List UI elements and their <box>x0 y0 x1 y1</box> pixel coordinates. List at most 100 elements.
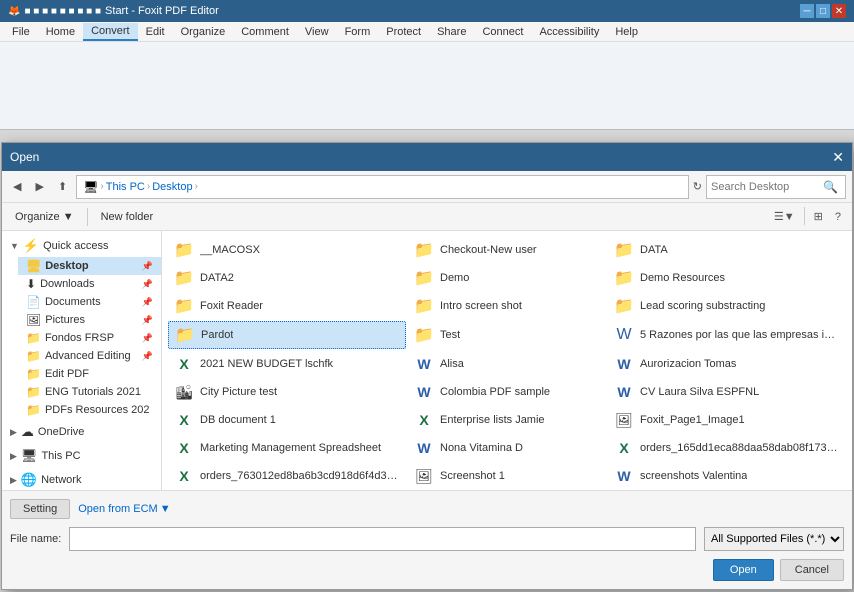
file-name-aurorizacion: Aurorizacion Tomas <box>640 358 736 370</box>
breadcrumb: 🖥 › This PC › Desktop › <box>76 175 689 199</box>
file-name-data2: DATA2 <box>200 272 234 284</box>
menu-share[interactable]: Share <box>429 24 474 40</box>
file-item-data2[interactable]: 📁 DATA2 <box>168 265 406 291</box>
title-bar: 🦊 ■ ■ ■ ■ ■ ■ ■ ■ ■ Start - Foxit PDF Ed… <box>0 0 854 22</box>
breadcrumb-thispc[interactable]: This PC <box>106 181 145 193</box>
file-item-aurorizacion[interactable]: W Aurorizacion Tomas <box>608 351 846 377</box>
up-button[interactable]: ⬆ <box>53 177 72 196</box>
file-item-foxit-reader[interactable]: 📁 Foxit Reader <box>168 293 406 319</box>
file-name-demo: Demo <box>440 272 469 284</box>
filename-row: File name: All Supported Files (*.*) <box>10 523 844 555</box>
file-item-intro-screen[interactable]: 📁 Intro screen shot <box>408 293 606 319</box>
file-item-orders1[interactable]: X orders_165dd1eca88daa58dab08f173c1ed08 <box>608 435 846 461</box>
eng-tutorials-label: ENG Tutorials 2021 <box>45 386 141 398</box>
help-button[interactable]: ? <box>830 207 846 226</box>
file-name-macosx: __MACOSX <box>200 244 260 256</box>
nav-item-desktop[interactable]: 🖥 Desktop 📌 <box>18 257 161 275</box>
nav-item-fondos[interactable]: 📁 Fondos FRSP 📌 <box>18 329 161 347</box>
file-item-5-razones[interactable]: W 5 Razones por las que las empresas int… <box>608 321 846 349</box>
dialog-close-button[interactable]: ✕ <box>832 149 844 166</box>
open-ecm-button[interactable]: Open from ECM ▼ <box>78 503 170 515</box>
menu-connect[interactable]: Connect <box>474 24 531 40</box>
search-input[interactable] <box>711 181 821 193</box>
file-item-city-picture[interactable]: 🏙 City Picture test <box>168 379 406 405</box>
menu-help[interactable]: Help <box>607 24 646 40</box>
filename-input[interactable] <box>69 527 696 551</box>
menu-form[interactable]: Form <box>337 24 379 40</box>
file-item-cv-laura[interactable]: W CV Laura Silva ESPFNL <box>608 379 846 405</box>
onedrive-header[interactable]: ▶ ☁ OneDrive <box>2 421 161 443</box>
maximize-button[interactable]: □ <box>816 4 830 18</box>
file-item-marketing[interactable]: X Marketing Management Spreadsheet <box>168 435 406 461</box>
pin-icon-4: 📌 <box>142 315 153 326</box>
folder-icon-checkout: 📁 <box>414 240 434 260</box>
file-item-screenshot[interactable]: 🖼 Screenshot 1 <box>408 463 606 489</box>
address-bar: ◀ ▶ ⬆ 🖥 › This PC › Desktop › ↻ 🔍 <box>2 171 852 203</box>
nav-item-pictures[interactable]: 🖼 Pictures 📌 <box>18 311 161 329</box>
pdfs-resources-icon: 📁 <box>26 403 41 417</box>
file-item-macosx[interactable]: 📁 __MACOSX <box>168 237 406 263</box>
img-icon-foxit: 🖼 <box>614 410 634 430</box>
file-item-data[interactable]: 📁 DATA <box>608 237 846 263</box>
menu-file[interactable]: File <box>4 24 38 40</box>
view-options-button[interactable]: ☰▼ <box>769 207 800 226</box>
file-item-orders2[interactable]: X orders_763012ed8ba6b3cd918d6f4d3b2618b… <box>168 463 406 489</box>
open-button[interactable]: Open <box>713 559 774 581</box>
menu-organize[interactable]: Organize <box>173 24 234 40</box>
thispc-header[interactable]: ▶ 🖥 This PC <box>2 445 161 467</box>
file-item-colombia[interactable]: W Colombia PDF sample <box>408 379 606 405</box>
back-button[interactable]: ◀ <box>8 177 26 196</box>
excel-icon-db: X <box>174 410 194 430</box>
menu-home[interactable]: Home <box>38 24 83 40</box>
quick-access-header[interactable]: ▼ ⚡ Quick access <box>2 235 161 257</box>
nav-section-onedrive: ▶ ☁ OneDrive <box>2 421 161 443</box>
eng-tutorials-icon: 📁 <box>26 385 41 399</box>
file-toolbar: Organize ▼ New folder ☰▼ ⊞ ? <box>2 203 852 231</box>
file-item-lead-scoring[interactable]: 📁 Lead scoring substracting <box>608 293 846 319</box>
file-item-screenshots-val[interactable]: W screenshots Valentina <box>608 463 846 489</box>
file-item-alisa[interactable]: W Alisa <box>408 351 606 377</box>
minimize-button[interactable]: ─ <box>800 4 814 18</box>
open-dialog: Open ✕ ◀ ▶ ⬆ 🖥 › This PC › Desktop › ↻ 🔍… <box>1 142 853 590</box>
new-folder-button[interactable]: New folder <box>94 208 161 226</box>
toolbar-separator-2 <box>804 207 805 225</box>
file-item-foxit-page1[interactable]: 🖼 Foxit_Page1_Image1 <box>608 407 846 433</box>
file-item-checkout[interactable]: 📁 Checkout-New user <box>408 237 606 263</box>
img-icon-city: 🏙 <box>174 382 194 402</box>
forward-button[interactable]: ▶ <box>30 177 48 196</box>
file-item-pardot[interactable]: 📁 Pardot <box>168 321 406 349</box>
refresh-button[interactable]: ↻ <box>693 180 702 193</box>
menu-accessibility[interactable]: Accessibility <box>531 24 607 40</box>
nav-item-edit-pdf[interactable]: 📁 Edit PDF <box>18 365 161 383</box>
view-list-button[interactable]: ⊞ <box>809 207 828 226</box>
file-item-budget[interactable]: X 2021 NEW BUDGET lschfk <box>168 351 406 377</box>
nav-item-downloads[interactable]: ⬇ Downloads 📌 <box>18 275 161 293</box>
quick-access-label: Quick access <box>43 240 108 252</box>
file-item-demo[interactable]: 📁 Demo <box>408 265 606 291</box>
desktop-icon: 🖥 <box>26 259 41 273</box>
file-item-enterprise[interactable]: X Enterprise lists Jamie <box>408 407 606 433</box>
menu-convert[interactable]: Convert <box>83 23 138 41</box>
organize-button[interactable]: Organize ▼ <box>8 208 81 226</box>
nav-item-documents[interactable]: 📄 Documents 📌 <box>18 293 161 311</box>
folder-icon-data: 📁 <box>614 240 634 260</box>
file-item-test[interactable]: 📁 Test <box>408 321 606 349</box>
file-name-colombia: Colombia PDF sample <box>440 386 550 398</box>
menu-protect[interactable]: Protect <box>378 24 429 40</box>
setting-button[interactable]: Setting <box>10 499 70 519</box>
network-header[interactable]: ▶ 🌐 Network <box>2 469 161 490</box>
menu-edit[interactable]: Edit <box>138 24 173 40</box>
nav-item-pdfs-resources[interactable]: 📁 PDFs Resources 202 <box>18 401 161 419</box>
menu-comment[interactable]: Comment <box>233 24 297 40</box>
file-item-nona[interactable]: W Nona Vitamina D <box>408 435 606 461</box>
cancel-button[interactable]: Cancel <box>780 559 844 581</box>
nav-item-advanced-editing[interactable]: 📁 Advanced Editing 📌 <box>18 347 161 365</box>
breadcrumb-desktop[interactable]: Desktop <box>152 181 192 193</box>
menu-view[interactable]: View <box>297 24 337 40</box>
file-item-db-doc[interactable]: X DB document 1 <box>168 407 406 433</box>
window-close-button[interactable]: ✕ <box>832 4 846 18</box>
filetype-select[interactable]: All Supported Files (*.*) <box>704 527 844 551</box>
file-item-demo-resources[interactable]: 📁 Demo Resources <box>608 265 846 291</box>
desktop-label: Desktop <box>45 260 88 272</box>
nav-item-eng-tutorials[interactable]: 📁 ENG Tutorials 2021 <box>18 383 161 401</box>
